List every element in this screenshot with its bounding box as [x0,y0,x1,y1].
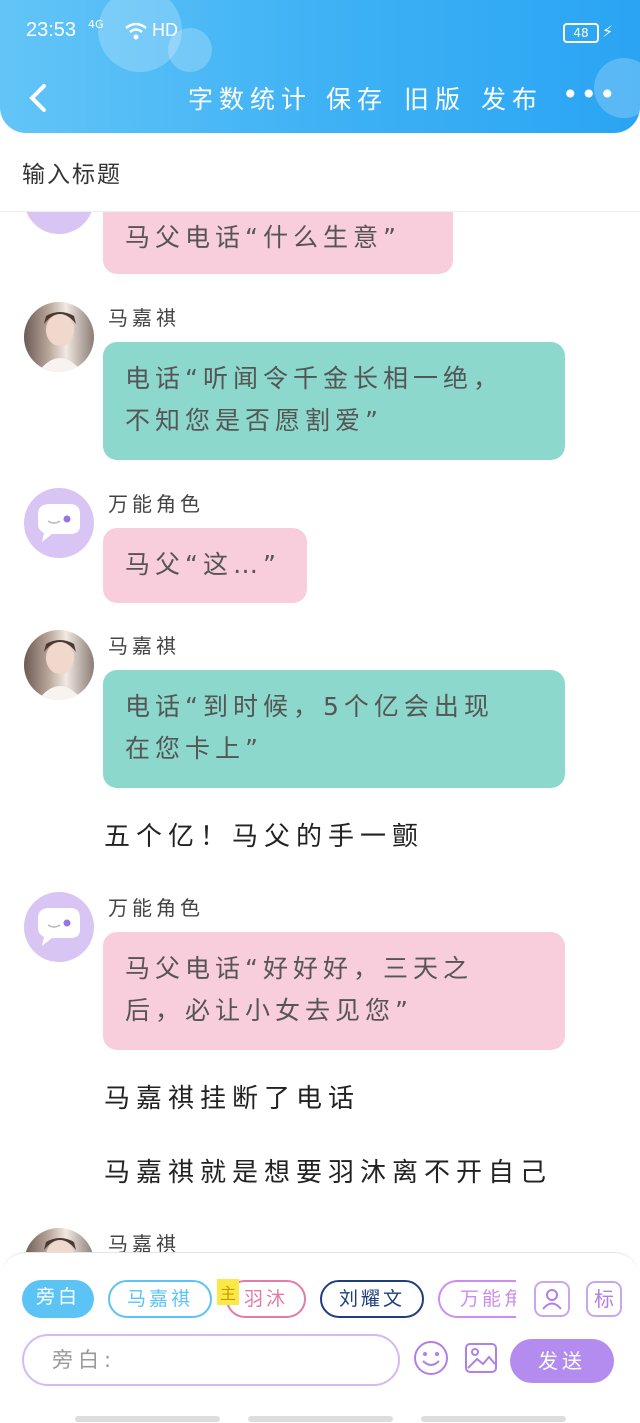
person-icon [38,312,82,372]
narration-text[interactable]: 五个亿！马父的手一颤 [104,816,424,853]
narration-text[interactable]: 马嘉祺挂断了电话 [104,1078,360,1115]
user-icon [542,1289,562,1310]
send-button[interactable]: 发送 [510,1339,614,1383]
avatar[interactable] [24,1228,94,1252]
message-bubble[interactable]: 马父“这…” [103,528,307,603]
message-text: 不知您是否愿割爱” [125,406,383,435]
wifi-icon [125,22,147,40]
role-profile-button[interactable] [534,1281,570,1317]
person-icon [44,1238,76,1252]
role-chip-liuyaowen[interactable]: 刘耀文 [320,1280,424,1318]
main-role-tag: 主 [217,1279,240,1305]
sender-name: 马嘉祺 [108,634,180,658]
message-bubble[interactable]: 电话“到时候，5个亿会出现 在您卡上” [103,670,565,788]
sender-name: 万能角色 [108,492,204,516]
status-bar: 23:53 4G HD 48 ⚡ [0,0,640,62]
role-chip-wanneng[interactable]: 万能角色 [438,1280,516,1318]
avatar[interactable] [24,212,94,234]
speech-bubble-icon [38,908,80,946]
message-bubble[interactable]: 马父电话“什么生意” [103,212,453,274]
emoji-icon[interactable] [412,1339,450,1377]
status-time: 23:53 [26,19,77,41]
message-bubble[interactable]: 马父电话“好好好，三天之 后，必让小女去见您” [103,932,565,1050]
nav-indicator [75,1416,220,1422]
message-text: 电话“到时候，5个亿会出现 [125,692,494,721]
role-chip-label: 羽沐 [243,1288,288,1310]
avatar[interactable] [24,892,94,962]
title-field[interactable]: 输入标题 [0,133,640,212]
composer-panel: 旁白 马嘉祺 羽沐 主 刘耀文 万能角色 标 旁白: 发送 [0,1252,640,1423]
publish-button[interactable]: 发布 [481,80,543,116]
speech-bubble-icon [38,504,80,542]
avatar[interactable] [24,302,94,372]
message-input[interactable]: 旁白: [22,1334,400,1386]
battery-icon: 48 [563,23,599,43]
message-text: 电话“听闻令千金长相一绝， [125,364,503,393]
message-text: 马父“这…” [125,550,281,579]
message-text: 后，必让小女去见您” [125,996,413,1025]
sender-name: 马嘉祺 [108,1232,180,1252]
nav-indicator [248,1416,393,1422]
title-placeholder: 输入标题 [22,162,122,188]
role-chip-majiaqi[interactable]: 马嘉祺 [108,1280,212,1318]
person-icon [38,640,82,700]
sender-name: 马嘉祺 [108,306,180,330]
save-button[interactable]: 保存 [326,80,388,116]
message-text: 在您卡上” [125,734,263,763]
message-bubble[interactable]: 电话“听闻令千金长相一绝， 不知您是否愿割爱” [103,342,565,460]
top-app-bar: 23:53 4G HD 48 ⚡ 字数统计 保存 旧版 发布 ••• [0,0,640,133]
message-text: 马父电话“好好好，三天之 [125,954,473,983]
nav-row: 字数统计 保存 旧版 发布 ••• [0,70,640,126]
chat-list[interactable]: 马父电话“什么生意” 马嘉祺 电话“听闻令千金长相一绝， 不知您是否愿割爱” 万… [0,212,640,1252]
wifi-label: HD [152,20,178,40]
image-icon[interactable] [462,1339,500,1377]
avatar[interactable] [24,488,94,558]
role-label-button[interactable]: 标 [586,1281,622,1317]
old-version-button[interactable]: 旧版 [404,80,466,116]
role-chip-narration[interactable]: 旁白 [22,1280,94,1318]
sender-name: 万能角色 [108,896,204,920]
narration-text[interactable]: 马嘉祺就是想要羽沐离不开自己 [104,1152,552,1189]
message-text: 马父电话“什么生意” [125,223,401,252]
word-count-button[interactable]: 字数统计 [188,80,312,116]
charging-icon: ⚡ [602,22,614,41]
more-icon[interactable]: ••• [562,78,618,111]
network-indicator: 4G [88,18,104,31]
back-icon[interactable] [22,78,58,118]
nav-indicator [421,1416,566,1422]
avatar[interactable] [24,630,94,700]
